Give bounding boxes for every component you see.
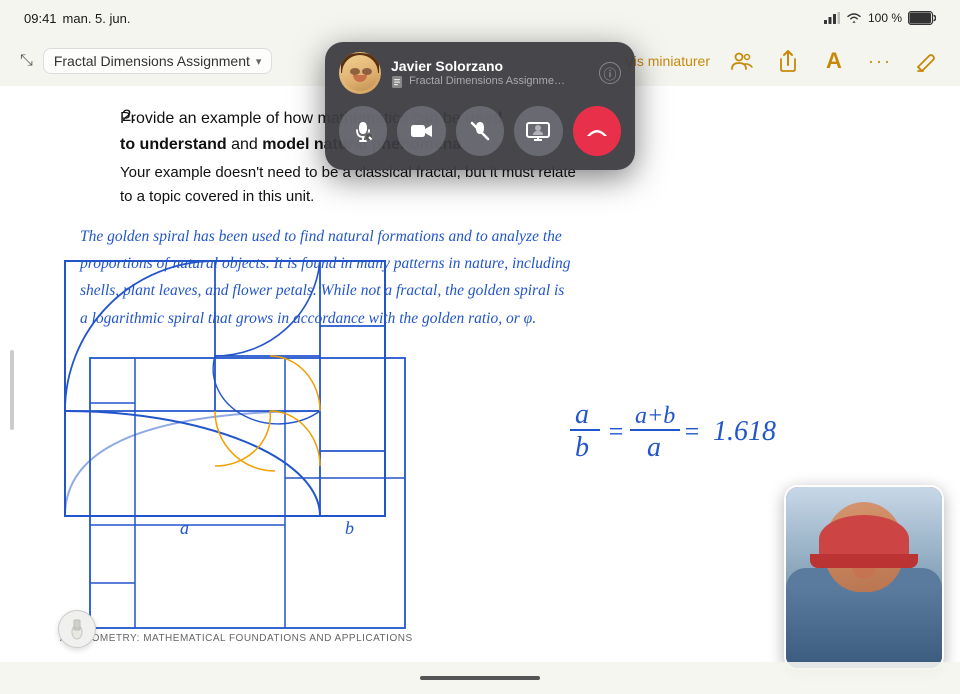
svg-text:b: b (575, 432, 589, 463)
markup-icon[interactable]: A (820, 47, 848, 75)
doc-title-container[interactable]: Fractal Dimensions Assignment ▾ (43, 48, 273, 74)
eraser-tool-button[interactable] (58, 610, 96, 648)
toolbar-left: ⤡ Fractal Dimensions Assignment ▾ (20, 48, 272, 74)
question-number: 2. (122, 106, 136, 126)
bottom-bar (0, 662, 960, 694)
battery-percent: 100 % (868, 11, 902, 25)
time: 09:41 (24, 11, 57, 26)
svg-text:b: b (345, 518, 354, 538)
svg-text:a: a (647, 432, 661, 463)
facetime-camera-feed (786, 487, 942, 668)
facetime-avatar (339, 52, 381, 94)
vis-miniature-button[interactable]: Vis miniaturer (625, 53, 710, 69)
diagram-area: a a b a b = a+b a = (80, 348, 900, 643)
camera-thumbnail (784, 485, 944, 670)
more-icon[interactable]: ··· (866, 47, 894, 75)
edit-icon[interactable] (912, 47, 940, 75)
facetime-screen-button[interactable] (514, 106, 562, 156)
share-icon[interactable] (774, 47, 802, 75)
person-cap-brim (810, 554, 918, 568)
facetime-header: Javier Solorzano Fractal Dimensions Assi… (339, 52, 621, 94)
facetime-info-button[interactable]: ⓘ (599, 62, 621, 84)
svg-text:=: = (607, 417, 625, 446)
facetime-video-button[interactable] (397, 106, 445, 156)
wifi-icon (846, 12, 862, 24)
people-icon[interactable] (728, 47, 756, 75)
svg-text:1.618: 1.618 (713, 416, 776, 447)
facetime-user-info: Javier Solorzano Fractal Dimensions Assi… (391, 58, 589, 87)
home-indicator[interactable] (420, 676, 540, 680)
facetime-audio-button[interactable] (339, 106, 387, 156)
avatar-face (342, 55, 378, 91)
facetime-overlay: Javier Solorzano Fractal Dimensions Assi… (325, 42, 635, 170)
svg-text:=: = (683, 417, 701, 446)
signal-icon (824, 12, 840, 24)
date: man. 5. jun. (63, 11, 131, 26)
svg-text:a: a (180, 518, 189, 538)
facetime-controls (339, 106, 621, 156)
facetime-doc-ref: Fractal Dimensions Assignme… (391, 75, 589, 87)
facetime-end-button[interactable] (573, 106, 621, 156)
battery-icon (908, 11, 936, 25)
facetime-user-name: Javier Solorzano (391, 58, 589, 74)
toolbar-right: Vis miniaturer A ··· (625, 47, 940, 75)
svg-text:a+b: a+b (635, 403, 675, 429)
doc-title-text: Fractal Dimensions Assignment (54, 53, 250, 69)
page-footer: AL GEOMETRY: MATHEMATICAL FOUNDATIONS AN… (60, 633, 413, 644)
status-right: 100 % (824, 11, 936, 25)
chevron-down-icon: ▾ (256, 55, 262, 68)
doc-area: 2. Provide an example of how mathematics… (0, 86, 960, 694)
compress-icon[interactable]: ⤡ (20, 52, 33, 70)
status-bar: 09:41 man. 5. jun. 100 % (0, 0, 960, 36)
status-left: 09:41 man. 5. jun. (24, 11, 130, 26)
formula-area: a b = a+b a = 1.618 (470, 348, 900, 478)
facetime-mute-button[interactable] (456, 106, 504, 156)
svg-text:a: a (575, 399, 589, 430)
golden-spiral-diagram: a a b (80, 348, 440, 643)
